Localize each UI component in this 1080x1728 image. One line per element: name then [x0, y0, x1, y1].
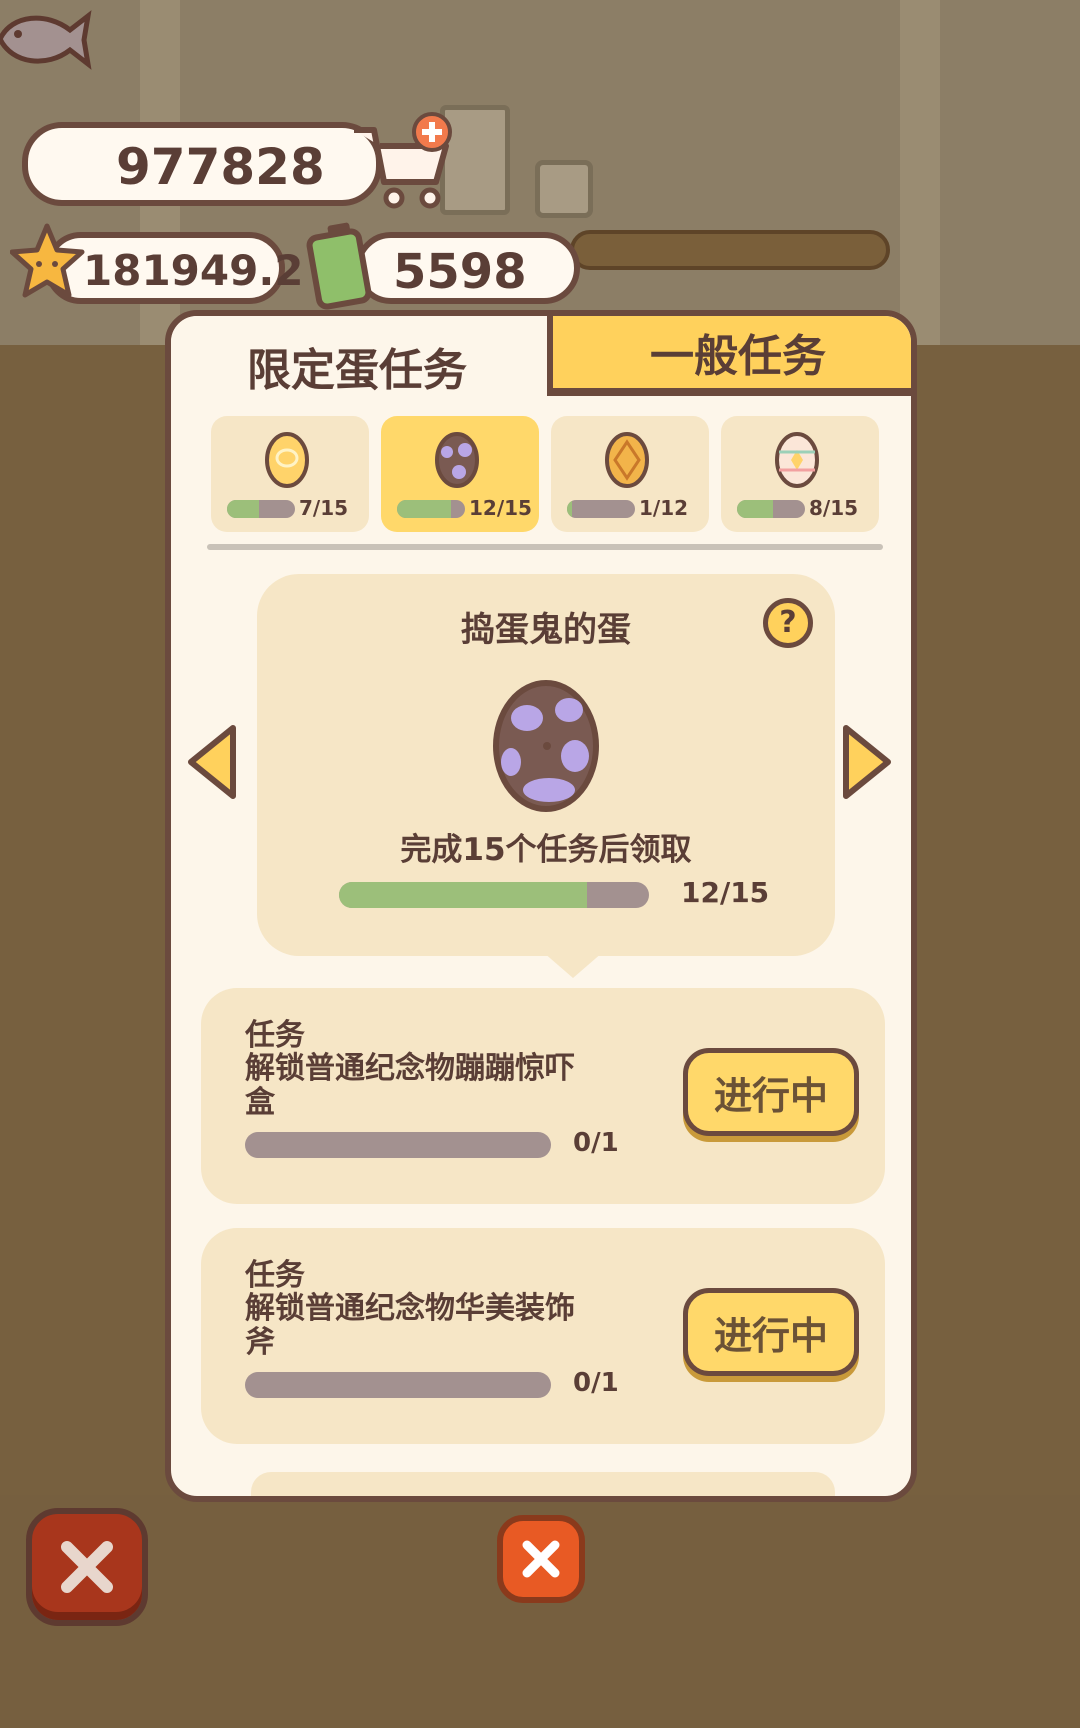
egg-title: 捣蛋鬼的蛋 — [461, 610, 631, 650]
star-icon — [10, 223, 85, 298]
task-label: 任务 — [245, 1258, 305, 1293]
task-progress-count: 0/1 — [573, 1368, 619, 1398]
battery-amount: 5598 — [393, 244, 527, 300]
egg-tab-count: 1/12 — [639, 496, 689, 520]
egg-tab-1[interactable]: 7/15 — [211, 416, 369, 532]
egg-progress-count: 12/15 — [681, 876, 770, 909]
background-shelf — [570, 230, 890, 270]
star-amount: 181949.2 — [83, 246, 304, 295]
egg-tab-count: 8/15 — [809, 496, 859, 520]
close-icon — [61, 1541, 113, 1593]
task-name: 解锁普通纪念物蹦蹦惊吓盒 — [245, 1051, 575, 1120]
previous-arrow-icon[interactable] — [183, 722, 239, 802]
close-panel-button[interactable] — [497, 1515, 585, 1603]
fish-amount: 977828 — [116, 138, 325, 196]
egg-tab-count: 12/15 — [469, 496, 532, 520]
egg-tab-progress — [567, 500, 635, 518]
egg-image — [493, 680, 599, 812]
task-name: 解锁普通纪念物华美装饰斧 — [245, 1291, 575, 1360]
egg-requirement: 完成15个任务后领取 — [400, 832, 692, 868]
card-pointer — [543, 952, 603, 978]
egg-tab-progress — [397, 500, 465, 518]
divider — [207, 544, 883, 550]
task-card: 任务 解锁普通纪念物华美装饰斧 0/1 进行中 — [201, 1228, 885, 1444]
egg-tab-progress — [737, 500, 805, 518]
egg-icon — [775, 432, 819, 488]
fish-icon — [0, 10, 92, 70]
egg-icon — [265, 432, 309, 488]
background-sign — [535, 160, 593, 218]
shop-cart-icon[interactable] — [350, 112, 460, 212]
tab-general-tasks[interactable]: 一般任务 — [547, 316, 911, 396]
close-icon — [522, 1540, 560, 1578]
task-progress-count: 0/1 — [573, 1128, 619, 1158]
egg-progress-bar — [339, 882, 649, 908]
egg-tab-4[interactable]: 8/15 — [721, 416, 879, 532]
background-pillar — [900, 0, 940, 345]
task-progress-bar — [245, 1372, 551, 1398]
egg-selector: 7/15 12/15 1/12 8/15 — [211, 416, 881, 534]
egg-tab-3[interactable]: 1/12 — [551, 416, 709, 532]
task-in-progress-button[interactable]: 进行中 — [683, 1288, 859, 1376]
egg-tab-count: 7/15 — [299, 496, 349, 520]
task-card-next — [251, 1472, 835, 1496]
task-panel: 限定蛋任务 一般任务 7/15 12/15 1/12 8/15 捣蛋鬼的蛋 ? — [165, 310, 917, 1502]
egg-icon — [605, 432, 649, 488]
egg-tab-progress — [227, 500, 295, 518]
battery-icon — [306, 222, 372, 310]
task-card: 任务 解锁普通纪念物蹦蹦惊吓盒 0/1 进行中 — [201, 988, 885, 1204]
battery-currency: 5598 — [355, 232, 580, 304]
egg-icon — [435, 432, 479, 488]
next-arrow-icon[interactable] — [840, 722, 896, 802]
tab-limited-egg-tasks[interactable]: 限定蛋任务 — [171, 316, 543, 416]
task-progress-bar — [245, 1132, 551, 1158]
egg-tab-2[interactable]: 12/15 — [381, 416, 539, 532]
help-icon[interactable]: ? — [763, 598, 813, 648]
close-button-background — [26, 1508, 148, 1626]
task-label: 任务 — [245, 1018, 305, 1053]
fish-currency: 977828 — [22, 122, 382, 206]
task-in-progress-button[interactable]: 进行中 — [683, 1048, 859, 1136]
egg-detail-card: 捣蛋鬼的蛋 ? 完成15个任务后领取 12/15 — [257, 574, 835, 956]
